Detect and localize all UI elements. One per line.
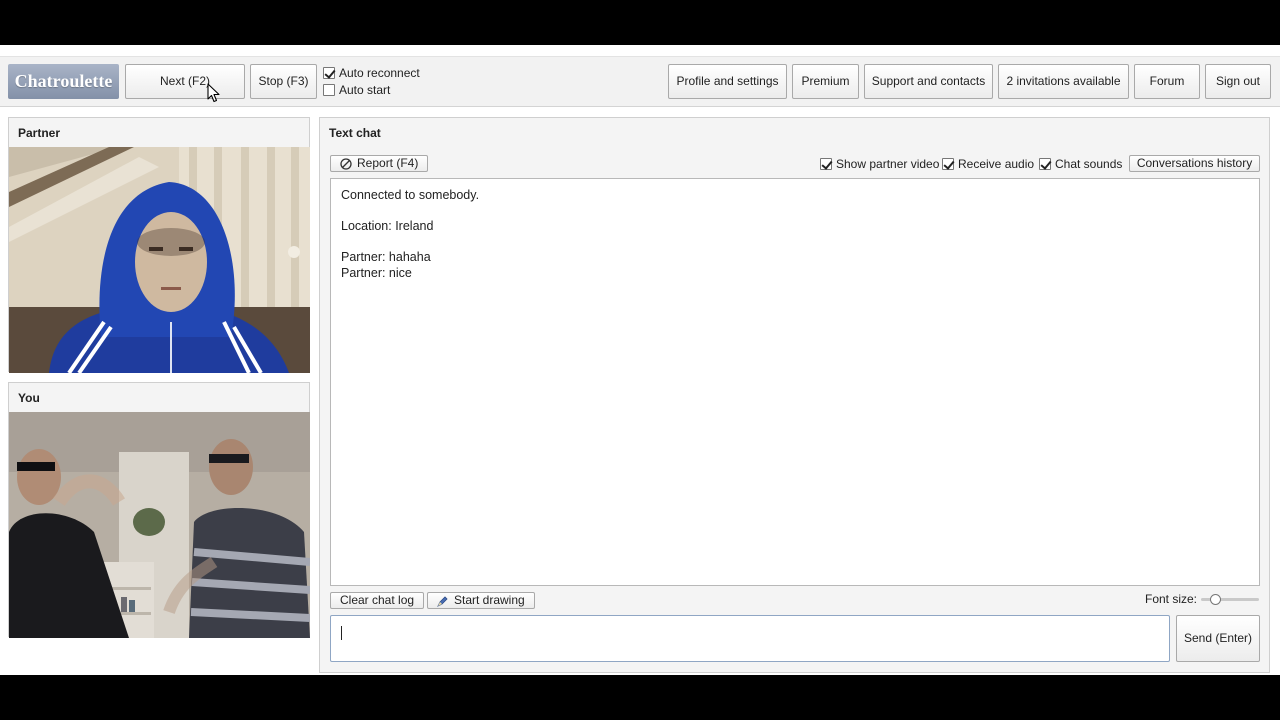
pencil-icon xyxy=(437,595,448,607)
receive-audio-checkbox[interactable]: Receive audio xyxy=(942,157,1034,171)
show-partner-video-label: Show partner video xyxy=(836,157,940,171)
report-label: Report (F4) xyxy=(357,156,419,170)
chat-log[interactable]: Connected to somebody. Location: Ireland… xyxy=(330,178,1260,586)
invitations-button[interactable]: 2 invitations available xyxy=(998,64,1129,99)
chat-sounds-label: Chat sounds xyxy=(1055,157,1123,171)
block-icon xyxy=(340,157,352,170)
partner-panel-title: Partner xyxy=(18,126,61,140)
mouse-pointer-icon xyxy=(207,83,220,103)
send-button[interactable]: Send (Enter) xyxy=(1176,615,1260,662)
show-partner-video-check-icon[interactable] xyxy=(820,158,832,170)
premium-button[interactable]: Premium xyxy=(792,64,859,99)
auto-start-checkbox[interactable]: Auto start xyxy=(323,83,390,97)
next-button[interactable]: Next (F2) xyxy=(125,64,245,99)
you-panel-title: You xyxy=(18,391,40,405)
stop-button[interactable]: Stop (F3) xyxy=(250,64,317,99)
chat-sounds-check-icon[interactable] xyxy=(1039,158,1051,170)
start-drawing-button[interactable]: Start drawing xyxy=(427,592,535,609)
report-button[interactable]: Report (F4) xyxy=(330,155,429,172)
text-chat-title: Text chat xyxy=(329,126,381,140)
font-size-slider-handle[interactable] xyxy=(1210,594,1221,605)
chat-message: Partner: hahaha xyxy=(341,250,431,264)
auto-reconnect-label: Auto reconnect xyxy=(339,66,420,80)
chat-message: Partner: nice xyxy=(341,266,412,280)
app-window: Chatroulette Next (F2) Stop (F3) Auto re… xyxy=(0,45,1280,675)
conversations-history-button[interactable]: Conversations history xyxy=(1129,155,1260,172)
font-size-label: Font size: xyxy=(1145,592,1197,606)
top-toolbar: Chatroulette Next (F2) Stop (F3) Auto re… xyxy=(0,57,1280,107)
letterbox-top xyxy=(0,0,1280,45)
letterbox-bottom xyxy=(0,675,1280,720)
clear-chat-log-button[interactable]: Clear chat log xyxy=(330,592,425,609)
receive-audio-label: Receive audio xyxy=(958,157,1035,171)
auto-reconnect-check-icon[interactable] xyxy=(323,67,335,79)
partner-video xyxy=(9,147,310,373)
message-input[interactable] xyxy=(330,615,1170,662)
receive-audio-check-icon[interactable] xyxy=(942,158,954,170)
you-panel: You xyxy=(8,382,310,638)
partner-panel: Partner xyxy=(8,117,310,373)
chatroulette-logo[interactable]: Chatroulette xyxy=(8,64,119,99)
self-video xyxy=(9,412,310,638)
text-caret xyxy=(341,626,342,640)
profile-settings-button[interactable]: Profile and settings xyxy=(668,64,787,99)
font-size-text: Font size: xyxy=(1145,592,1198,606)
support-contacts-button[interactable]: Support and contacts xyxy=(864,64,993,99)
auto-start-label: Auto start xyxy=(339,83,391,97)
sign-out-button[interactable]: Sign out xyxy=(1205,64,1271,99)
chat-sounds-checkbox[interactable]: Chat sounds xyxy=(1039,157,1122,171)
browser-strip xyxy=(0,45,1280,57)
show-partner-video-checkbox[interactable]: Show partner video xyxy=(820,157,939,171)
auto-reconnect-checkbox[interactable]: Auto reconnect xyxy=(323,66,420,80)
start-drawing-label: Start drawing xyxy=(454,593,525,607)
auto-start-check-icon[interactable] xyxy=(323,84,335,96)
chat-location-line: Location: Ireland xyxy=(341,219,434,233)
forum-button[interactable]: Forum xyxy=(1134,64,1200,99)
chat-status-line: Connected to somebody. xyxy=(341,188,480,202)
